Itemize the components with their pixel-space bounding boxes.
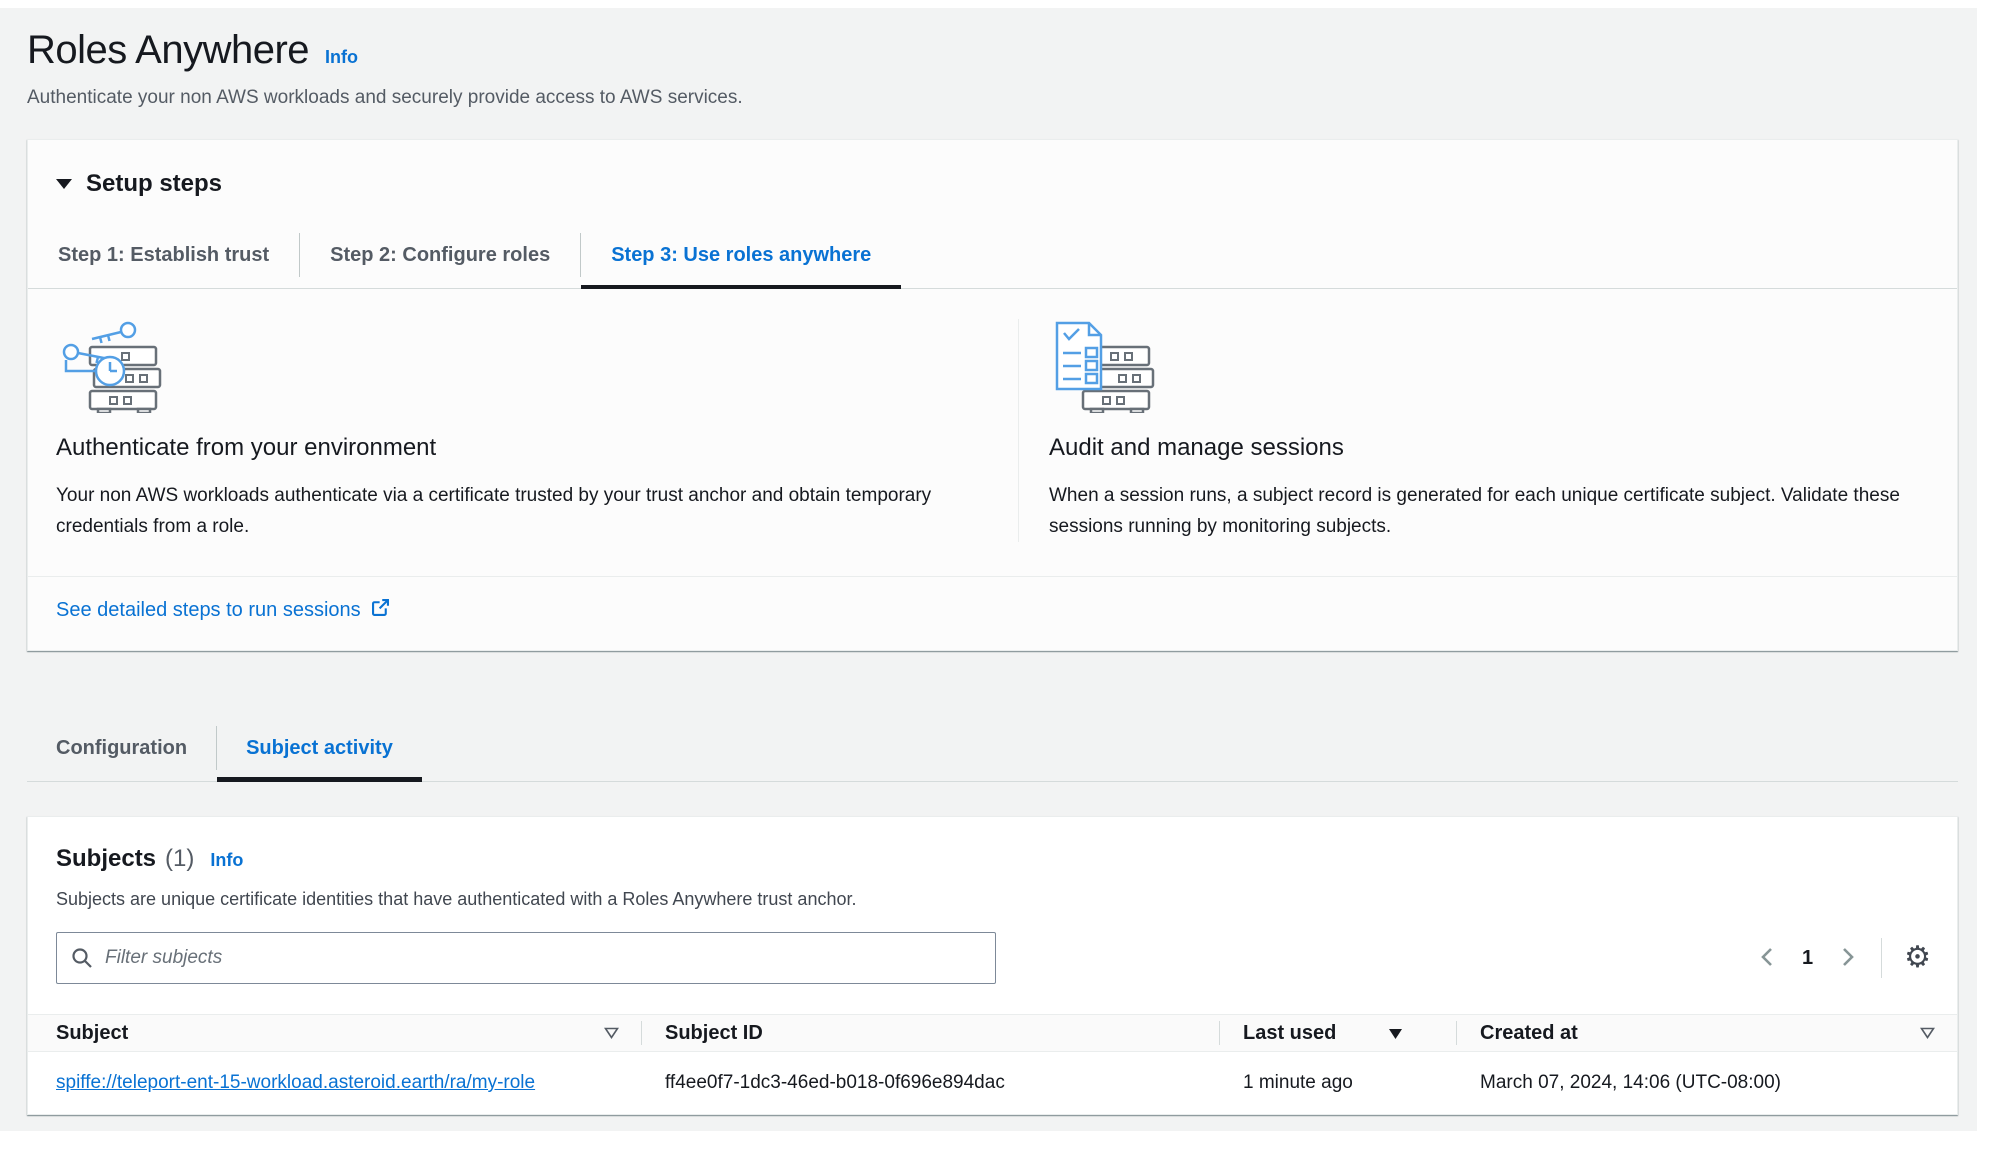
sort-icon-outline[interactable] — [1920, 1027, 1935, 1040]
subject-id-cell: ff4ee0f7-1dc3-46ed-b018-0f696e894dac — [641, 1072, 1219, 1094]
console-content-area: Roles Anywhere Info Authenticate your no… — [0, 8, 1977, 1131]
column-header-subject-id[interactable]: Subject ID — [641, 1015, 1219, 1051]
page-subtitle: Authenticate your non AWS workloads and … — [27, 87, 1958, 109]
audit-description: When a session runs, a subject record is… — [1049, 480, 1929, 542]
page-info-link[interactable]: Info — [325, 47, 358, 68]
tab-subject-activity[interactable]: Subject activity — [217, 715, 422, 781]
last-used-cell: 1 minute ago — [1219, 1072, 1456, 1094]
chevron-right-icon — [1841, 947, 1855, 970]
pagination-next-button[interactable] — [1837, 943, 1859, 974]
tab-configuration[interactable]: Configuration — [27, 715, 216, 781]
tab-step1-establish-trust[interactable]: Step 1: Establish trust — [28, 222, 299, 288]
column-header-last-used[interactable]: Last used — [1219, 1015, 1456, 1051]
subject-spiffe-link[interactable]: spiffe://teleport-ent-15-workload.astero… — [56, 1072, 535, 1093]
page-header: Roles Anywhere Info Authenticate your no… — [27, 28, 1958, 109]
authenticate-column: Authenticate from your environment Your … — [56, 319, 1019, 542]
external-link-icon — [361, 597, 391, 624]
chevron-left-icon — [1760, 947, 1774, 970]
page-title: Roles Anywhere — [27, 28, 309, 73]
toolbar-divider — [1881, 938, 1882, 978]
detailed-steps-link[interactable]: See detailed steps to run sessions — [56, 597, 391, 624]
subjects-table-header: Subject Subject ID Last used Created at — [28, 1014, 1957, 1052]
pagination-prev-button[interactable] — [1756, 943, 1778, 974]
keys-clock-server-icon — [56, 400, 168, 417]
setup-steps-title: Setup steps — [86, 170, 222, 198]
authenticate-description: Your non AWS workloads authenticate via … — [56, 480, 936, 542]
table-row: spiffe://teleport-ent-15-workload.astero… — [28, 1052, 1957, 1114]
tab-step3-use-roles-anywhere[interactable]: Step 3: Use roles anywhere — [581, 222, 901, 288]
authenticate-heading: Authenticate from your environment — [56, 434, 968, 462]
filter-field — [56, 932, 996, 984]
sort-icon-outline[interactable] — [604, 1027, 619, 1040]
content-tabstrip: Configuration Subject activity — [27, 715, 1958, 782]
audit-heading: Audit and manage sessions — [1049, 434, 1929, 462]
subjects-card: Subjects (1) Info Subjects are unique ce… — [27, 816, 1958, 1115]
column-header-created-at[interactable]: Created at — [1456, 1015, 1957, 1051]
caret-down-icon — [56, 178, 72, 190]
tab-step2-configure-roles[interactable]: Step 2: Configure roles — [300, 222, 580, 288]
filter-subjects-input[interactable] — [56, 932, 996, 984]
checklist-document-server-icon — [1049, 400, 1161, 417]
subjects-title: Subjects — [56, 845, 156, 873]
setup-steps-card: Setup steps Step 1: Establish trust Step… — [27, 139, 1958, 651]
setup-steps-tabstrip: Step 1: Establish trust Step 2: Configur… — [28, 222, 1957, 289]
subjects-info-link[interactable]: Info — [210, 850, 243, 871]
subjects-description: Subjects are unique certificate identiti… — [56, 889, 1929, 910]
sort-icon-descending[interactable] — [1388, 1027, 1403, 1040]
table-settings-gear-icon[interactable]: ⚙ — [1904, 943, 1931, 973]
pagination-current-page[interactable]: 1 — [1802, 947, 1813, 970]
created-at-cell: March 07, 2024, 14:06 (UTC-08:00) — [1456, 1072, 1957, 1094]
subjects-count: (1) — [165, 845, 194, 873]
setup-steps-expander[interactable]: Setup steps — [28, 140, 1957, 222]
column-header-subject[interactable]: Subject — [28, 1015, 641, 1051]
audit-column: Audit and manage sessions When a session… — [1019, 319, 1929, 542]
